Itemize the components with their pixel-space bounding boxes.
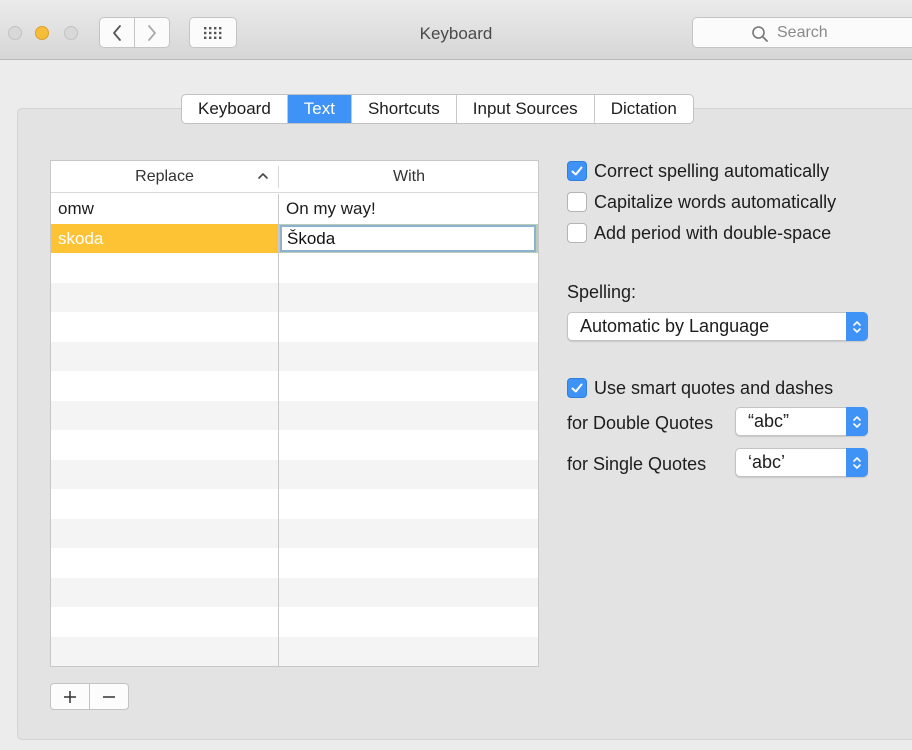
add-period-checkbox[interactable] xyxy=(567,223,587,243)
correct-spelling-checkbox[interactable] xyxy=(567,161,587,181)
popup-arrows-icon xyxy=(846,312,868,341)
search-placeholder: Search xyxy=(777,24,828,41)
capitalize-words-label: Capitalize words automatically xyxy=(594,191,837,212)
tab-bar: Keyboard Text Shortcuts Input Sources Di… xyxy=(181,94,694,124)
empty-row xyxy=(51,636,538,666)
empty-row xyxy=(51,341,538,371)
spelling-value: Automatic by Language xyxy=(580,316,770,336)
column-divider xyxy=(278,194,279,666)
empty-row xyxy=(51,312,538,342)
smart-quotes-checkbox[interactable] xyxy=(567,378,587,398)
smart-quotes-option[interactable]: Use smart quotes and dashes xyxy=(567,377,833,399)
empty-row xyxy=(51,577,538,607)
remove-button[interactable] xyxy=(90,684,129,709)
empty-row xyxy=(51,253,538,283)
smart-quotes-label: Use smart quotes and dashes xyxy=(594,377,834,398)
add-remove-control xyxy=(50,683,129,710)
empty-row xyxy=(51,282,538,312)
table-body: omw On my way! skoda Škoda xyxy=(51,194,538,666)
empty-row xyxy=(51,518,538,548)
add-button[interactable] xyxy=(51,684,90,709)
double-quotes-label: for Double Quotes xyxy=(567,413,714,433)
checkmark-icon xyxy=(571,166,583,176)
empty-row xyxy=(51,607,538,637)
with-cell: On my way! xyxy=(286,199,376,218)
with-cell-editor[interactable]: Škoda xyxy=(279,223,537,253)
minus-icon xyxy=(102,695,115,698)
single-quotes-value: ‘abc’ xyxy=(748,452,786,472)
tab-dictation[interactable]: Dictation xyxy=(595,95,693,123)
empty-row xyxy=(51,430,538,460)
empty-row xyxy=(51,400,538,430)
table-row-selected[interactable]: skoda Škoda xyxy=(51,223,538,253)
empty-row xyxy=(51,489,538,519)
tab-text[interactable]: Text xyxy=(287,95,352,123)
single-quotes-label: for Single Quotes xyxy=(567,454,707,474)
spelling-popup[interactable]: Automatic by Language xyxy=(567,312,868,341)
capitalize-words-checkbox[interactable] xyxy=(567,192,587,212)
single-quotes-popup[interactable]: ‘abc’ xyxy=(735,448,868,477)
plus-icon xyxy=(63,690,76,703)
tab-keyboard[interactable]: Keyboard xyxy=(182,95,288,123)
search-icon xyxy=(752,26,768,42)
empty-row xyxy=(51,459,538,489)
spelling-label: Spelling: xyxy=(567,282,637,302)
checkmark-icon xyxy=(571,383,583,393)
table-header: Replace With xyxy=(51,161,538,193)
tab-shortcuts[interactable]: Shortcuts xyxy=(352,95,457,123)
double-quotes-popup[interactable]: “abc” xyxy=(735,407,868,436)
popup-arrows-icon xyxy=(846,448,868,477)
capitalize-words-option[interactable]: Capitalize words automatically xyxy=(567,191,836,213)
add-period-label: Add period with double-space xyxy=(594,222,832,243)
empty-row xyxy=(51,371,538,401)
tab-input-sources[interactable]: Input Sources xyxy=(457,95,595,123)
table-row[interactable]: omw On my way! xyxy=(51,194,538,224)
replace-cell: omw xyxy=(58,199,94,218)
text-replacement-table[interactable]: Replace With omw On my way! skoda Škoda xyxy=(50,160,539,667)
double-quotes-value: “abc” xyxy=(748,411,790,431)
replace-cell: skoda xyxy=(58,228,104,248)
search-field[interactable]: Search xyxy=(692,17,912,48)
column-header-with[interactable]: With xyxy=(279,161,538,193)
empty-row xyxy=(51,548,538,578)
title-bar: Keyboard Search xyxy=(0,0,912,60)
add-period-option[interactable]: Add period with double-space xyxy=(567,222,831,244)
column-header-replace[interactable]: Replace xyxy=(51,161,278,193)
sort-ascending-icon xyxy=(258,173,268,179)
popup-arrows-icon xyxy=(846,407,868,436)
correct-spelling-option[interactable]: Correct spelling automatically xyxy=(567,160,829,182)
correct-spelling-label: Correct spelling automatically xyxy=(594,160,830,181)
